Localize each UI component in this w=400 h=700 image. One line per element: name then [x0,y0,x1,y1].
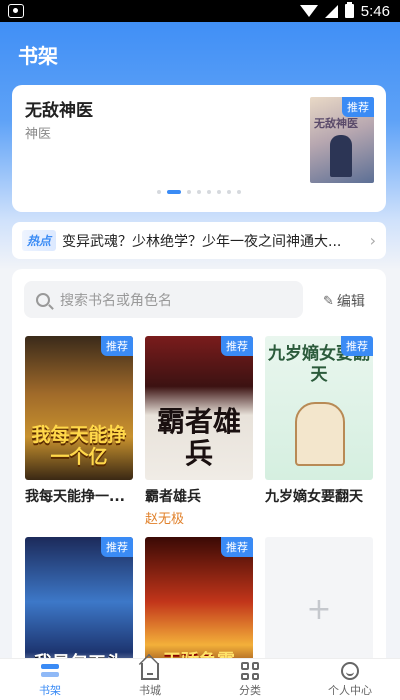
banner-cover-text: 无敌神医 [314,117,358,130]
cover-figure [295,402,345,466]
hot-tag: 热点 [22,230,57,251]
status-bar: 5:46 [0,0,400,22]
recommend-badge: 推荐 [101,336,133,356]
user-icon [341,662,359,680]
paw-icon [8,4,24,18]
nav-profile[interactable]: 个人中心 [300,659,400,700]
cover-figure [330,135,352,177]
carousel-dot[interactable] [217,190,221,194]
search-input[interactable]: 搜索书名或角色名 [24,281,303,318]
carousel-dot[interactable] [197,190,201,194]
wifi-icon [299,5,318,17]
book-card[interactable]: 我每天能挣一个亿 推荐 我每天能挣一... [25,336,133,506]
recommend-badge: 推荐 [221,537,253,557]
book-title[interactable]: 我每天能挣一... [25,486,133,506]
book-card[interactable]: 霸者雄兵 推荐 霸者雄兵 赵无极 [145,336,253,527]
nav-label: 书架 [39,684,61,697]
hot-news-bar[interactable]: 热点 变异武魂？少林绝学？少年一夜之间神通大... › [12,222,386,259]
carousel-dot[interactable] [157,190,161,194]
plus-icon: + [306,591,332,627]
signal-icon [324,4,338,18]
carousel-dot[interactable] [207,190,211,194]
recommend-badge: 推荐 [101,537,133,557]
banner-book-subtitle: 神医 [25,127,52,142]
cover-text: 霸者雄兵 [156,405,241,470]
carousel-dot[interactable] [167,190,181,194]
cover-text: 我每天能挣一个亿 [31,424,127,468]
bookstore-icon [141,663,159,680]
recommend-badge: 推荐 [221,336,253,356]
nav-bookstore[interactable]: 书城 [100,659,200,700]
pencil-icon: ✎ [323,293,334,309]
nav-label: 分类 [239,684,261,697]
bookshelf-panel: 搜索书名或角色名 ✎ 编辑 我每天能挣一个亿 推荐 我每天能挣一... 霸者雄兵… [12,269,386,681]
chevron-right-icon: › [369,231,376,250]
status-time: 5:46 [360,2,390,20]
book-author: 赵无极 [145,512,185,527]
page-title: 书架 [18,44,58,68]
recommend-badge: 推荐 [342,97,374,117]
nav-label: 书城 [139,684,161,697]
banner-book-title: 无敌神医 [25,101,93,121]
nav-bookshelf[interactable]: 书架 [0,659,100,700]
book-title[interactable]: 九岁嫡女要翻天 [265,486,373,506]
carousel-dot[interactable] [237,190,241,194]
carousel-dot[interactable] [227,190,231,194]
search-placeholder: 搜索书名或角色名 [60,292,172,309]
book-cover[interactable]: 霸者雄兵 推荐 [145,336,253,480]
category-grid-icon [241,662,259,680]
nav-category[interactable]: 分类 [200,659,300,700]
recommend-banner[interactable]: 无敌神医 神医 无敌神医 推荐 [12,85,386,212]
book-cover[interactable]: 我每天能挣一个亿 推荐 [25,336,133,480]
bookshelf-icon [41,664,59,680]
carousel-indicator [12,190,386,194]
bottom-navigation: 书架 书城 分类 个人中心 [0,658,400,700]
recommend-badge: 推荐 [341,336,373,356]
book-title[interactable]: 霸者雄兵 [145,486,253,506]
edit-button[interactable]: ✎ 编辑 [323,291,365,311]
hot-news-text[interactable]: 变异武魂？少林绝学？少年一夜之间神通大... [62,231,366,251]
carousel-dot[interactable] [187,190,191,194]
book-card[interactable]: 九岁嫡女要翻天 推荐 九岁嫡女要翻天 [265,336,373,506]
edit-label: 编辑 [336,294,365,310]
nav-label: 个人中心 [328,684,372,697]
book-cover[interactable]: 九岁嫡女要翻天 推荐 [265,336,373,480]
banner-book-cover[interactable]: 无敌神医 推荐 [310,97,374,183]
battery-icon [344,2,354,18]
search-icon [36,292,50,307]
